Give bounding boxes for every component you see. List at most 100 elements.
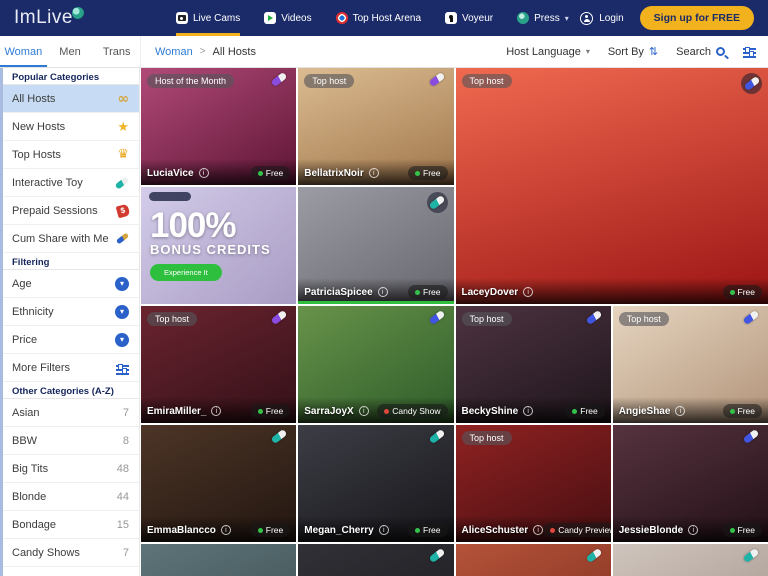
status-label: Free: [423, 168, 440, 178]
tile-namebar: JessieBlondeiFree: [613, 516, 768, 542]
toy-icon: [585, 548, 602, 563]
sidebar-item-age[interactable]: Age: [0, 270, 139, 298]
sort-by-label: Sort By: [608, 46, 644, 58]
sidebar-item-label: More Filters: [12, 362, 70, 374]
sidebar-item-label: Top Hosts: [12, 149, 61, 161]
status-dot: [258, 528, 263, 533]
tile-namebar: AliceSchusteriCandy Preview: [456, 516, 611, 542]
host-language-dropdown[interactable]: Host Language ▾: [506, 46, 590, 58]
tab-men[interactable]: Men: [47, 36, 94, 67]
nav-item-videos[interactable]: Videos: [264, 0, 311, 36]
status-dot: [415, 528, 420, 533]
login-button[interactable]: Login: [580, 12, 623, 25]
top-navbar: ImLive Live Cams Videos Top Host Arena Voye…: [0, 0, 768, 36]
info-icon: i: [211, 406, 221, 416]
sidebar-item-label: Age: [12, 278, 32, 290]
nav-item-live-cams[interactable]: Live Cams: [176, 0, 240, 36]
host-tile[interactable]: [613, 544, 768, 576]
status-pill: Free: [251, 404, 290, 418]
info-icon: i: [369, 168, 379, 178]
search-button[interactable]: Search: [676, 46, 725, 58]
sidebar-item-asian[interactable]: Asian7: [0, 399, 139, 427]
sidebar-item-prepaid-sessions[interactable]: Prepaid Sessions: [0, 197, 139, 225]
sidebar-item-all-hosts[interactable]: All Hosts: [0, 85, 139, 113]
list-controls: Host Language ▾ Sort By ⇅ Search: [506, 36, 756, 67]
promo-cta-button[interactable]: Experience It: [150, 264, 222, 281]
toy-icon: [271, 429, 288, 444]
main-nav: Live Cams Videos Top Host Arena Voyeur Press…: [176, 0, 569, 36]
sidebar-item-label: Blonde: [12, 491, 46, 503]
host-tile-sarrajoyx[interactable]: SarraJoyXiCandy Show: [298, 306, 453, 423]
arena-icon: [336, 12, 348, 24]
tab-woman[interactable]: Woman: [0, 36, 47, 67]
status-label: Free: [580, 406, 597, 416]
sort-by-dropdown[interactable]: Sort By ⇅: [608, 45, 658, 58]
host-tile-bellatrixnoir[interactable]: Top hostBellatrixNoiriFree: [298, 68, 453, 185]
info-icon: i: [675, 406, 685, 416]
info-icon: i: [359, 406, 369, 416]
toy-icon: [428, 429, 445, 444]
host-tile-megan-cherry[interactable]: Megan_CherryiFree: [298, 425, 453, 542]
status-pill: Free: [251, 166, 290, 180]
host-tile-laceydover[interactable]: Top hostLaceyDoveriFree: [456, 68, 768, 304]
status-label: Candy Preview: [558, 525, 611, 535]
host-tile[interactable]: [298, 544, 453, 576]
globe-icon: [517, 12, 529, 24]
tab-trans[interactable]: Trans: [93, 36, 140, 67]
host-tile-patriciaspicee[interactable]: PatriciaSpiceeiFree: [298, 187, 453, 304]
status-dot: [730, 290, 735, 295]
toy-icon: [743, 76, 760, 91]
sidebar-item-ethnicity[interactable]: Ethnicity: [0, 298, 139, 326]
logo-text: ImLive: [14, 7, 73, 29]
sidebar-item-bondage[interactable]: Bondage15: [0, 511, 139, 539]
sidebar-item-label: Bondage: [12, 519, 56, 531]
category-count: 7: [123, 547, 129, 559]
nav-item-press[interactable]: Press▾: [517, 0, 569, 36]
sidebar-item-top-hosts[interactable]: Top Hosts: [0, 141, 139, 169]
chevron-down-icon: ▾: [586, 47, 590, 56]
sidebar-item-interactive-toy[interactable]: Interactive Toy: [0, 169, 139, 197]
category-count: 44: [117, 491, 129, 503]
sidebar-item-label: Big Tits: [12, 463, 48, 475]
infinity-icon: [117, 94, 129, 104]
host-tile-luciavice[interactable]: Host of the MonthLuciaViceiFree: [141, 68, 296, 185]
breadcrumb-root[interactable]: Woman: [155, 46, 193, 58]
toy-icon: [429, 195, 446, 210]
sidebar-item-big-tits[interactable]: Big Tits48: [0, 455, 139, 483]
sidebar-item-candy-shows[interactable]: Candy Shows7: [0, 539, 139, 567]
chevron-down-icon: ▾: [565, 14, 569, 23]
tile-namebar: SarraJoyXiCandy Show: [298, 397, 453, 423]
host-tile[interactable]: [141, 544, 296, 576]
promo-subline: BONUS CREDITS: [150, 242, 271, 257]
logo[interactable]: ImLive: [14, 7, 84, 29]
host-tile[interactable]: [456, 544, 611, 576]
login-label: Login: [599, 13, 623, 24]
info-icon: i: [523, 406, 533, 416]
page: ImLive Live Cams Videos Top Host Arena Voye…: [0, 0, 768, 576]
section-header: Filtering: [0, 253, 139, 270]
host-tile-beckyshine[interactable]: Top hostBeckyShineiFree: [456, 306, 611, 423]
sidebar-item-cum-share-with-me[interactable]: Cum Share with Me: [0, 225, 139, 253]
chevron-circle-icon: [115, 305, 129, 319]
host-tile-emmablancco[interactable]: EmmaBlanccoiFree: [141, 425, 296, 542]
promo-banner[interactable]: 100%BONUS CREDITSExperience It: [141, 187, 296, 304]
host-name: LaceyDover: [462, 287, 519, 298]
status-pill: Free: [408, 285, 447, 299]
host-tile-angieshae[interactable]: Top hostAngieShaeiFree: [613, 306, 768, 423]
status-dot: [730, 409, 735, 414]
sliders-icon: [743, 48, 756, 50]
host-tile-aliceschuster[interactable]: Top hostAliceSchusteriCandy Preview: [456, 425, 611, 542]
sidebar-item-bbw[interactable]: BBW8: [0, 427, 139, 455]
sidebar-item-blonde[interactable]: Blonde 44: [0, 483, 139, 511]
host-tile-jessieblonde[interactable]: JessieBlondeiFree: [613, 425, 768, 542]
camera-icon: [176, 12, 188, 24]
signup-button[interactable]: Sign up for FREE: [640, 6, 754, 30]
sidebar-item-price[interactable]: Price: [0, 326, 139, 354]
host-tile-emiramiller[interactable]: Top hostEmiraMiller_iFree: [141, 306, 296, 423]
toy-icon: [743, 548, 760, 563]
nav-item-voyeur[interactable]: Voyeur: [445, 0, 493, 36]
nav-item-top-host-arena[interactable]: Top Host Arena: [336, 0, 421, 36]
sidebar-item-more-filters[interactable]: More Filters: [0, 354, 139, 382]
sidebar-item-new-hosts[interactable]: New Hosts: [0, 113, 139, 141]
sidebar-item-label: Ethnicity: [12, 306, 54, 318]
